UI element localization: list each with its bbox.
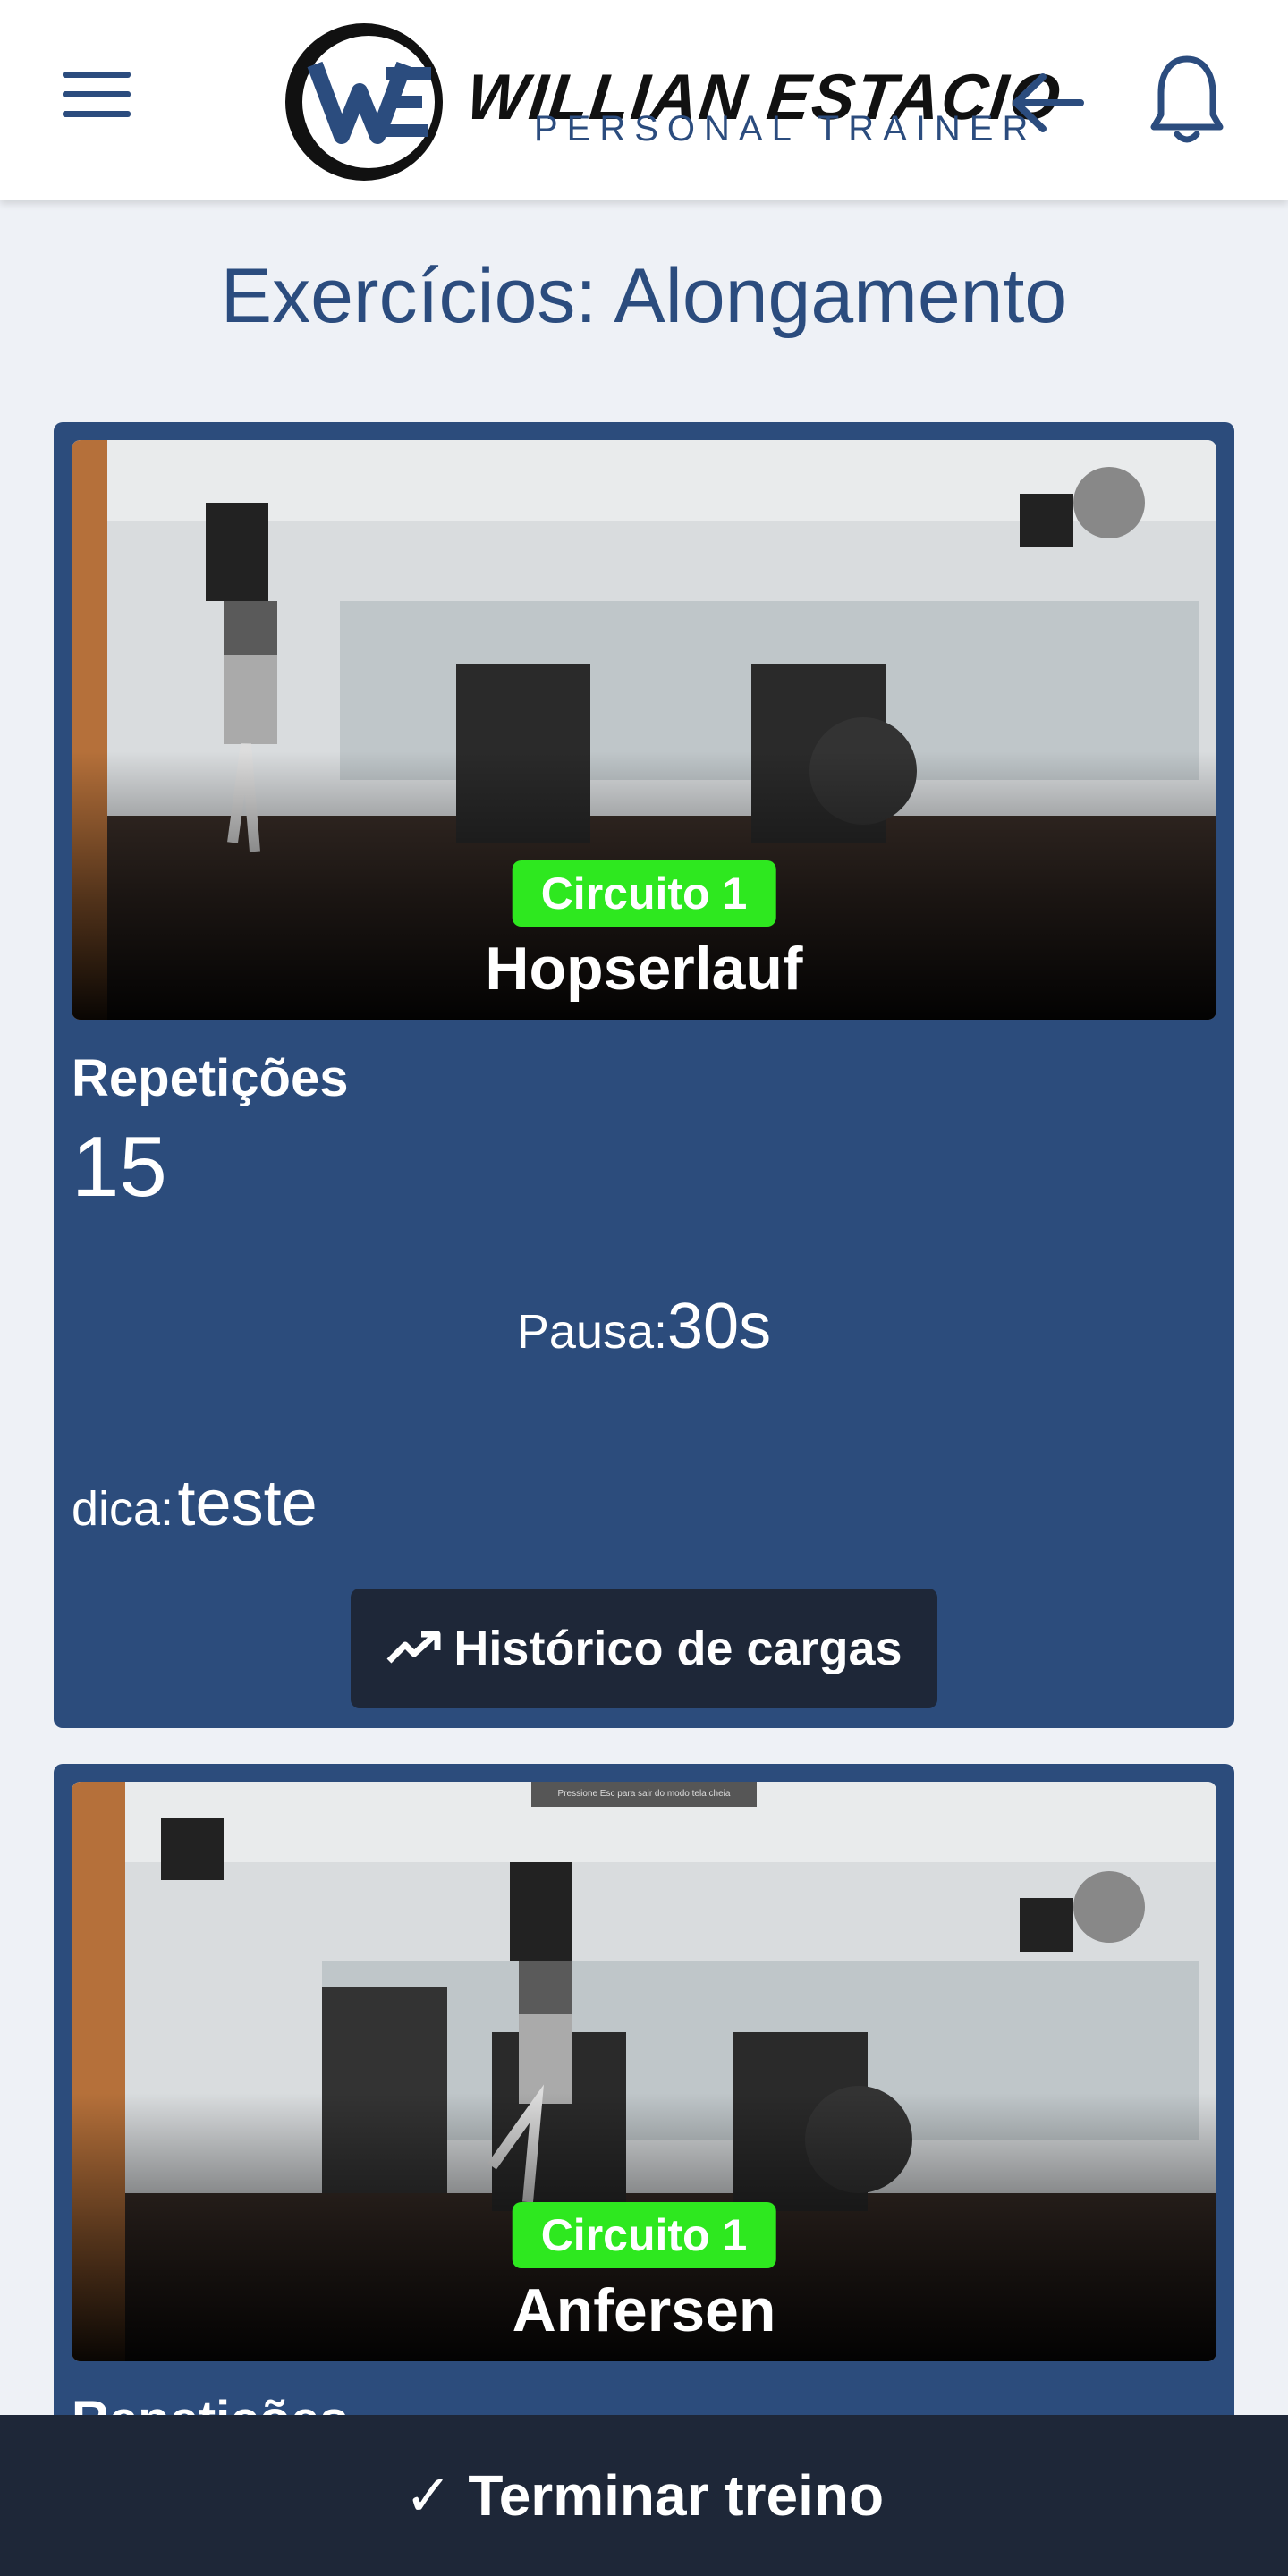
brand-logo[interactable]: WILLIAN ESTACIO PERSONAL TRAINER	[279, 20, 1065, 184]
reps-value: 15	[72, 1119, 167, 1215]
fullscreen-hint: Pressione Esc para sair do modo tela che…	[531, 1782, 757, 1807]
pause-label: Pausa:	[516, 1305, 668, 1359]
trending-up-icon	[386, 1631, 441, 1664]
pause-info: Pausa:30s	[54, 1290, 1234, 1363]
load-history-label: Histórico de cargas	[453, 1622, 902, 1675]
circuit-badge: Circuito 1	[512, 2202, 776, 2268]
app-header: WILLIAN ESTACIO PERSONAL TRAINER	[0, 0, 1288, 200]
logo-mark-icon	[285, 23, 443, 181]
exercise-video[interactable]: Circuito 1 Hopserlauf	[72, 440, 1216, 1020]
pause-value: 30s	[667, 1291, 772, 1362]
page-title: Exercícios: Alongamento	[220, 253, 1068, 339]
circuit-badge: Circuito 1	[512, 860, 776, 927]
exercise-name: Anfersen	[512, 2276, 776, 2344]
brand-subtitle: PERSONAL TRAINER	[534, 109, 1038, 148]
tip-value: teste	[177, 1468, 318, 1539]
tip-label: dica:	[72, 1482, 174, 1536]
exercise-card: Circuito 1 Hopserlauf Repetições 15 Paus…	[54, 422, 1234, 1728]
bell-icon[interactable]	[1147, 50, 1227, 148]
finish-workout-button[interactable]: ✓ Terminar treino	[0, 2415, 1288, 2576]
load-history-button[interactable]: Histórico de cargas	[351, 1589, 937, 1708]
tip-info: dica: teste	[72, 1467, 318, 1540]
arrow-left-icon[interactable]	[1007, 63, 1088, 143]
exercise-video[interactable]: Pressione Esc para sair do modo tela che…	[72, 1782, 1216, 2361]
exercise-name: Hopserlauf	[485, 935, 803, 1003]
reps-label: Repetições	[72, 1049, 349, 1107]
hamburger-menu-icon[interactable]	[63, 72, 136, 127]
